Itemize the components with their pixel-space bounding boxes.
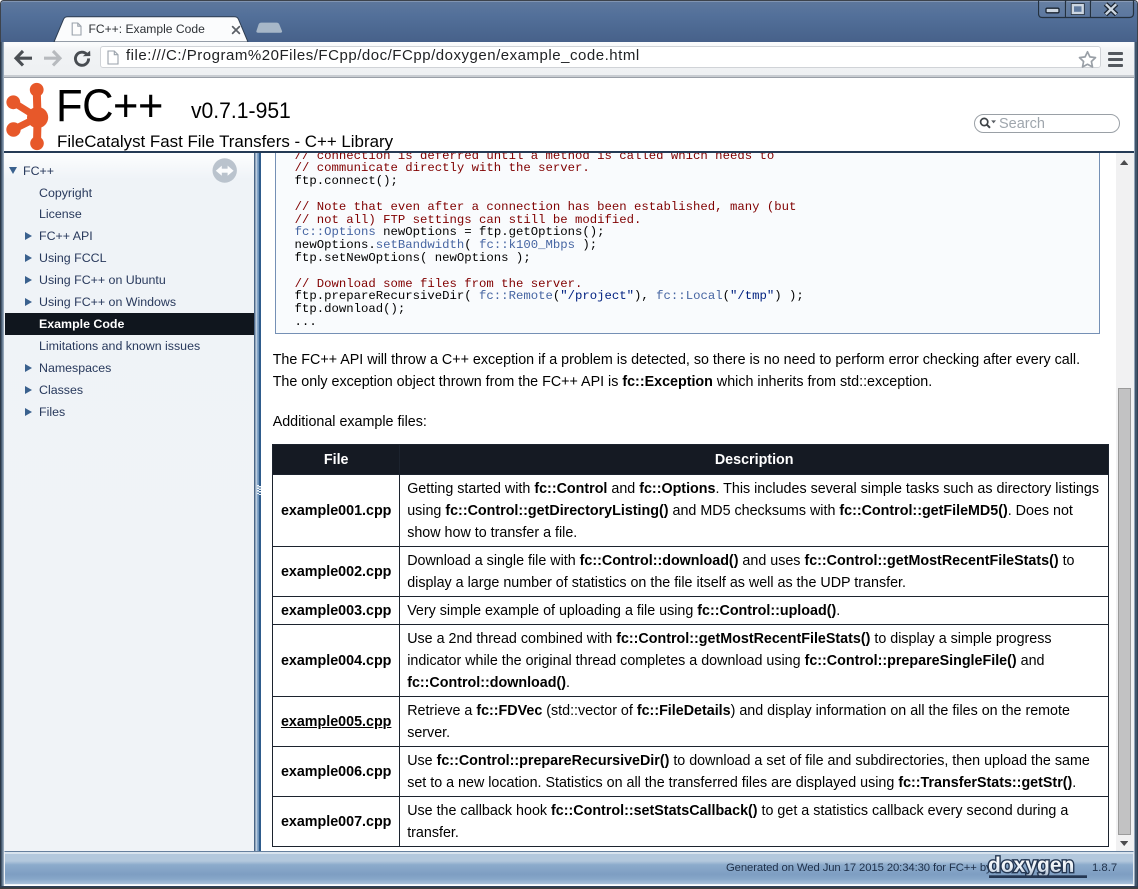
svg-text:doxygen: doxygen xyxy=(988,854,1074,877)
